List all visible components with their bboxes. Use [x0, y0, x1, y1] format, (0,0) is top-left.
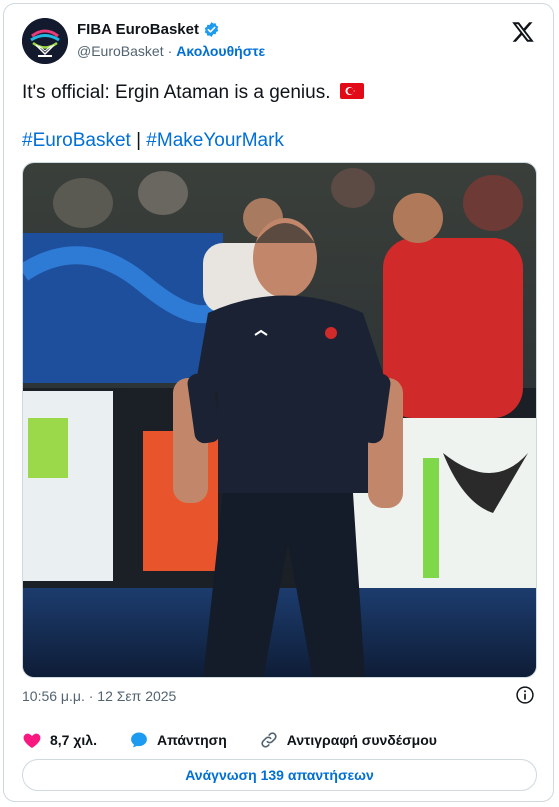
reply-label: Απάντηση [156, 732, 227, 748]
tweet-card[interactable]: FIBA EuroBasket @EuroBasket · Ακολουθήστ… [3, 3, 554, 802]
hashtag-eurobasket[interactable]: #EuroBasket [22, 130, 131, 151]
author-name[interactable]: FIBA EuroBasket [77, 21, 199, 38]
info-icon[interactable] [515, 685, 535, 705]
tweet-actions: 8,7 χιλ. Απάντηση Αντιγραφή συνδέσμου [22, 728, 535, 752]
tweet-time: 10:56 μ.μ. [22, 688, 85, 704]
reply-bubble-icon [131, 732, 147, 748]
reply-button[interactable]: Απάντηση [129, 730, 227, 750]
read-replies-button[interactable]: Ανάγνωση 139 απαντήσεων [22, 759, 537, 791]
tweet-text: It's official: Ergin Ataman is a genius. [22, 81, 364, 104]
verified-badge-icon [204, 22, 219, 37]
meta-separator: · [88, 688, 94, 704]
tweet-date: 12 Σεπ 2025 [97, 688, 177, 704]
author-handle[interactable]: @EuroBasket [77, 43, 164, 59]
avatar[interactable] [22, 18, 68, 64]
hashtags: #EuroBasket | #MakeYourMark [22, 130, 284, 152]
fiba-eurobasket-logo-icon [22, 18, 68, 64]
link-icon [261, 732, 277, 748]
x-logo-icon[interactable] [511, 20, 535, 44]
copy-link-label: Αντιγραφή συνδέσμου [286, 732, 437, 748]
tweet-photo[interactable] [22, 162, 537, 678]
separator: · [167, 43, 173, 59]
like-count: 8,7 χιλ. [50, 732, 97, 748]
heart-icon [23, 733, 41, 748]
like-button[interactable]: 8,7 χιλ. [22, 730, 97, 750]
copy-link-button[interactable]: Αντιγραφή συνδέσμου [259, 730, 437, 750]
tweet-body: It's official: Ergin Ataman is a genius. [22, 82, 331, 103]
hashtag-makeyourmark[interactable]: #MakeYourMark [146, 130, 284, 151]
turkey-flag-icon [339, 83, 364, 99]
tweet-header: FIBA EuroBasket @EuroBasket · Ακολουθήστ… [22, 18, 535, 66]
coach-photo [23, 163, 536, 677]
tweet-timestamp[interactable]: 10:56 μ.μ. · 12 Σεπ 2025 [22, 688, 176, 704]
hashtag-divider: | [136, 130, 142, 151]
follow-button[interactable]: Ακολουθήστε [176, 43, 265, 59]
